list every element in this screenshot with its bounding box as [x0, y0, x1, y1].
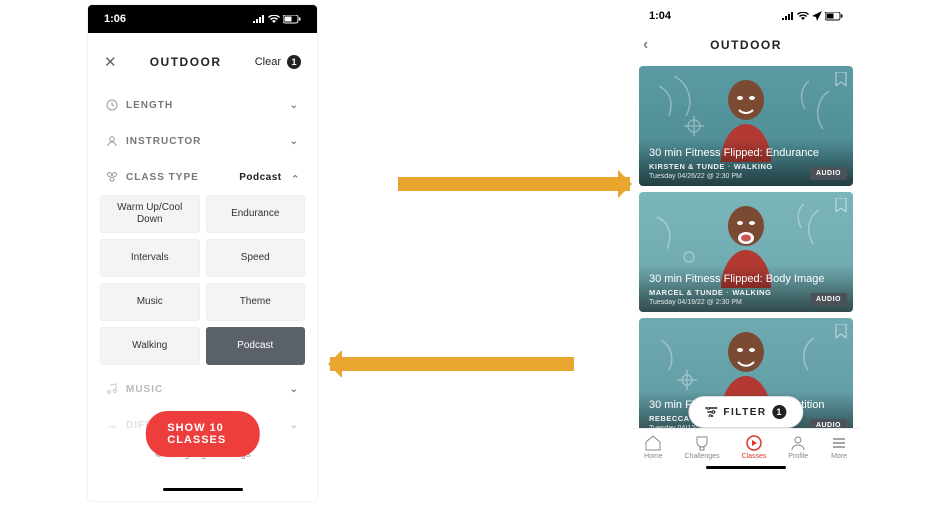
filter-pill-label: FILTER: [723, 407, 766, 418]
chip-theme[interactable]: Theme: [206, 283, 306, 321]
tab-profile[interactable]: Profile: [788, 435, 808, 460]
chevron-up-icon: ⌄: [290, 172, 299, 183]
nav-header: ‹ OUTDOOR: [633, 30, 859, 60]
classtype-selected-value: Podcast: [239, 172, 281, 183]
clear-count-badge: 1: [287, 55, 301, 69]
chevron-down-icon: ⌄: [290, 384, 299, 395]
page-title: OUTDOOR: [150, 55, 222, 69]
filter-section-instructor[interactable]: INSTRUCTOR ⌄: [98, 123, 307, 159]
audio-badge: AUDIO: [810, 419, 847, 428]
filter-section-music[interactable]: MUSIC ⌄: [98, 371, 307, 407]
status-time: 1:06: [104, 13, 126, 25]
chevron-down-icon: ⌄: [290, 100, 299, 111]
classtype-chip-grid: Warm Up/Cool Down Endurance Intervals Sp…: [98, 195, 307, 371]
tab-home[interactable]: Home: [644, 435, 663, 460]
chip-podcast[interactable]: Podcast: [206, 327, 306, 365]
chip-endurance[interactable]: Endurance: [206, 195, 306, 233]
gauge-icon: [106, 419, 118, 431]
class-card[interactable]: 30 min Fitness Flipped: Body Image MARCE…: [639, 192, 853, 312]
filter-length-label: LENGTH: [126, 100, 173, 111]
arrow-filter-to-results: [398, 177, 630, 191]
chevron-down-icon: ⌄: [290, 420, 299, 431]
phone-filter-modal: 1:06 ✕ OUTDOOR Clear 1 LENGTH ⌄ INSTRUCT…: [88, 5, 317, 501]
filter-section-length[interactable]: LENGTH ⌄: [98, 87, 307, 123]
nav-title: OUTDOOR: [710, 38, 782, 52]
chip-speed[interactable]: Speed: [206, 239, 306, 277]
bookmark-icon[interactable]: [835, 72, 847, 91]
clear-button[interactable]: Clear 1: [255, 55, 301, 69]
home-indicator: [163, 488, 243, 491]
class-card[interactable]: 30 min Fitness Flipped: Endurance KIRSTE…: [639, 66, 853, 186]
filter-pill-button[interactable]: FILTER 1: [688, 396, 803, 428]
filter-modal-header: ✕ OUTDOOR Clear 1: [92, 39, 313, 83]
tab-more[interactable]: More: [830, 435, 848, 460]
status-bar: 1:04: [633, 2, 859, 30]
tab-classes[interactable]: Classes: [741, 435, 766, 460]
filter-count-badge: 1: [773, 405, 787, 419]
filter-instructor-label: INSTRUCTOR: [126, 136, 201, 147]
classtype-icon: [106, 171, 118, 183]
filter-classtype-label: CLASS TYPE: [126, 172, 199, 183]
chip-music[interactable]: Music: [100, 283, 200, 321]
class-feed[interactable]: 30 min Fitness Flipped: Endurance KIRSTE…: [633, 60, 859, 428]
class-activity: WALKING: [734, 162, 773, 171]
class-title: 30 min Fitness Flipped: Endurance: [649, 147, 843, 159]
clear-label: Clear: [255, 56, 281, 68]
home-indicator: [706, 466, 786, 469]
class-activity: WALKING: [732, 288, 771, 297]
arrow-podcast-chip: [330, 357, 574, 371]
chip-warmup[interactable]: Warm Up/Cool Down: [100, 195, 200, 233]
bookmark-icon[interactable]: [835, 324, 847, 343]
status-icons: [782, 11, 843, 21]
class-title: 30 min Fitness Flipped: Body Image: [649, 273, 843, 285]
audio-badge: AUDIO: [810, 167, 847, 180]
chip-walking[interactable]: Walking: [100, 327, 200, 365]
status-icons: [253, 15, 301, 24]
show-classes-button[interactable]: SHOW 10 CLASSES: [145, 411, 260, 457]
tab-challenges[interactable]: Challenges: [685, 435, 720, 460]
bookmark-icon[interactable]: [835, 198, 847, 217]
filter-icon: [705, 407, 717, 417]
clock-icon: [106, 99, 118, 111]
phone-class-list: 1:04 ‹ OUTDOOR 30 min Fitness Flipped: E…: [633, 2, 859, 484]
class-instructors: KIRSTEN & TUNDE: [649, 162, 725, 171]
back-icon[interactable]: ‹: [643, 36, 650, 54]
close-icon[interactable]: ✕: [104, 53, 117, 71]
audio-badge: AUDIO: [810, 293, 847, 306]
filter-section-classtype[interactable]: CLASS TYPE Podcast ⌄: [98, 159, 307, 195]
filter-body: LENGTH ⌄ INSTRUCTOR ⌄ CLASS TYPE Podcast…: [88, 83, 317, 466]
chevron-down-icon: ⌄: [290, 136, 299, 147]
music-icon: [106, 383, 118, 395]
location-icon: [812, 11, 822, 21]
filter-music-label: MUSIC: [126, 384, 163, 395]
tab-bar: Home Challenges Classes Profile More: [633, 428, 859, 462]
class-instructors: MARCEL & TUNDE: [649, 288, 723, 297]
person-icon: [106, 135, 118, 147]
status-bar: 1:06: [88, 5, 317, 33]
status-time: 1:04: [649, 10, 671, 22]
chip-intervals[interactable]: Intervals: [100, 239, 200, 277]
